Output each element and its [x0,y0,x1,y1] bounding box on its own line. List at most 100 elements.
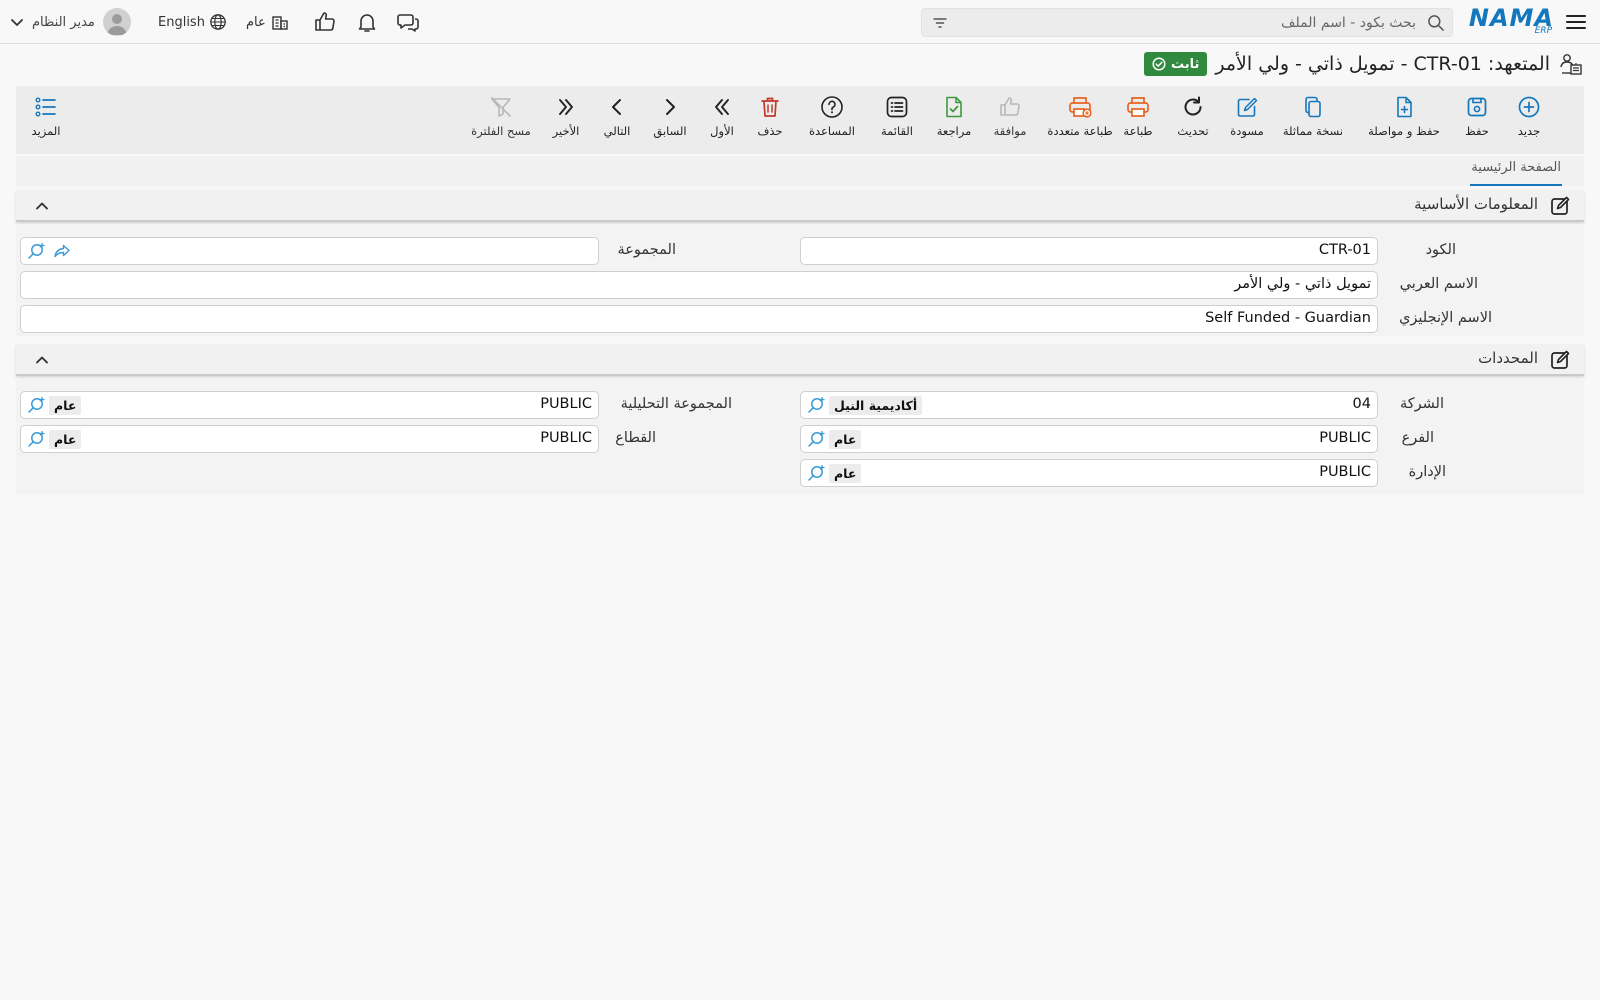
english-name-value: Self Funded - Guardian [1205,310,1371,326]
nama-erp-logo[interactable]: NAMA ERP [1469,4,1554,38]
refresh-icon [1184,96,1202,116]
chevron-right-icon [666,99,675,115]
duplicate-label: نسخة مماثلة [1282,124,1344,138]
group-field[interactable] [20,237,599,265]
file-plus-icon [1397,96,1412,118]
duplicate-button[interactable]: نسخة مماثلة [1273,92,1353,148]
branch-field[interactable]: PUBLIC عام [800,425,1378,453]
search-plus-icon[interactable] [27,430,45,448]
english-name-field[interactable]: Self Funded - Guardian [20,305,1378,333]
chevrons-double-right-icon [715,99,729,115]
save-button[interactable]: حفظ [1452,92,1502,148]
tab-main-page[interactable]: الصفحة الرئيسية [1470,160,1562,186]
draft-button[interactable]: مسودة [1223,92,1271,148]
last-button[interactable]: الأخير [546,92,586,148]
department-label: الإدارة [1408,464,1446,480]
sector-field[interactable]: PUBLIC عام [20,425,599,453]
sector-name-tag: عام [49,430,82,449]
copy-icon [1305,96,1321,118]
refresh-button[interactable]: تحديث [1169,92,1217,148]
plus-circle-icon [1518,96,1540,118]
list-bullets-icon [35,97,56,117]
edit-square-icon[interactable] [1550,350,1570,370]
search-plus-icon[interactable] [807,396,825,414]
dimensions-section-header[interactable]: المحددات [16,344,1584,376]
page-header: المتعهد: CTR-01 - تمويل ذاتي - ولي الأمر… [1143,50,1584,78]
user-name: مدير النظام [32,14,95,30]
multi-printer-icon [1069,97,1092,118]
status-badge: ثابت [1143,52,1208,76]
file-check-icon [946,96,962,118]
branch-selector[interactable]: عام [246,12,290,32]
chevron-down-icon [11,19,23,26]
basic-info-section-header[interactable]: المعلومات الأساسية [16,190,1584,222]
clear-filter-label: مسح الفلترة [471,124,531,138]
group-label: المجموعة [617,242,677,258]
bell-icon[interactable] [355,10,379,34]
clear-filter-button[interactable]: مسح الفلترة [468,92,534,148]
print-label: طباعة [1123,124,1153,138]
save-and-continue-label: حفظ و مواصلة [1368,124,1440,138]
department-name-tag: عام [829,464,862,483]
save-icon [1467,97,1487,117]
print-button[interactable]: طباعة [1114,92,1162,148]
company-name-tag: أكاديمية النيل [829,396,923,415]
help-button[interactable]: المساعدة [804,92,860,148]
more-button[interactable]: المزيد [26,92,66,148]
globe-icon [210,14,226,30]
analytic-group-field[interactable]: PUBLIC عام [20,391,599,419]
company-label: الشركة [1399,396,1444,412]
code-value: CTR-01 [1318,242,1371,258]
review-button[interactable]: مراجعة [930,92,978,148]
edit-square-icon[interactable] [1550,196,1570,216]
code-field[interactable]: CTR-01 [800,237,1378,265]
global-search [921,8,1453,37]
approve-button[interactable]: موافقة [986,92,1034,148]
filter-lines-icon[interactable] [932,15,948,31]
chat-icon[interactable] [396,10,420,34]
delete-label: حذف [757,124,783,138]
search-plus-icon[interactable] [807,464,825,482]
arabic-name-value: تمويل ذاتي - ولي الأمر [1234,276,1371,292]
language-switcher[interactable]: English [158,12,227,32]
draft-label: مسودة [1230,124,1264,138]
first-button[interactable]: الأول [702,92,742,148]
search-plus-icon[interactable] [27,396,45,414]
company-field[interactable]: 04 أكاديمية النيل [800,391,1378,419]
thumbs-up-icon [1000,97,1020,116]
list-button[interactable]: القائمة [872,92,922,148]
branch-label: الفرع [1401,430,1434,446]
share-forward-icon[interactable] [53,242,71,260]
new-button[interactable]: جديد [1505,92,1553,148]
user-menu[interactable]: مدير النظام [10,8,131,36]
search-plus-icon[interactable] [807,430,825,448]
approve-label: موافقة [993,124,1027,138]
delete-button[interactable]: حذف [748,92,792,148]
previous-label: السابق [653,124,687,138]
building-icon [272,16,288,30]
filter-clear-icon [491,97,511,117]
refresh-label: تحديث [1177,124,1209,138]
department-code: PUBLIC [1319,464,1371,480]
multi-print-button[interactable]: طباعة متعددة [1047,92,1113,148]
next-button[interactable]: التالي [596,92,638,148]
save-and-continue-button[interactable]: حفظ و مواصلة [1358,92,1450,148]
chevron-up-icon[interactable] [34,352,50,368]
top-bar: NAMA ERP عام English [0,0,1600,44]
sector-label: القطاع [615,430,656,446]
chevron-left-icon [612,99,621,115]
next-label: التالي [603,124,631,138]
avatar [102,8,131,36]
arabic-name-field[interactable]: تمويل ذاتي - ولي الأمر [20,271,1378,299]
search-input[interactable] [958,9,1416,36]
hamburger-menu-icon[interactable] [1564,10,1588,34]
basic-info-section-body: الكود CTR-01 المجموعة الاسم العربي تمويل… [16,224,1584,336]
thumbs-up-icon[interactable] [313,10,337,34]
search-plus-icon[interactable] [27,242,45,260]
search-icon[interactable] [1426,13,1446,33]
chevron-up-icon[interactable] [34,198,50,214]
department-field[interactable]: PUBLIC عام [800,459,1378,487]
previous-button[interactable]: السابق [648,92,692,148]
more-label: المزيد [31,124,61,138]
edit-draft-icon [1237,97,1258,117]
